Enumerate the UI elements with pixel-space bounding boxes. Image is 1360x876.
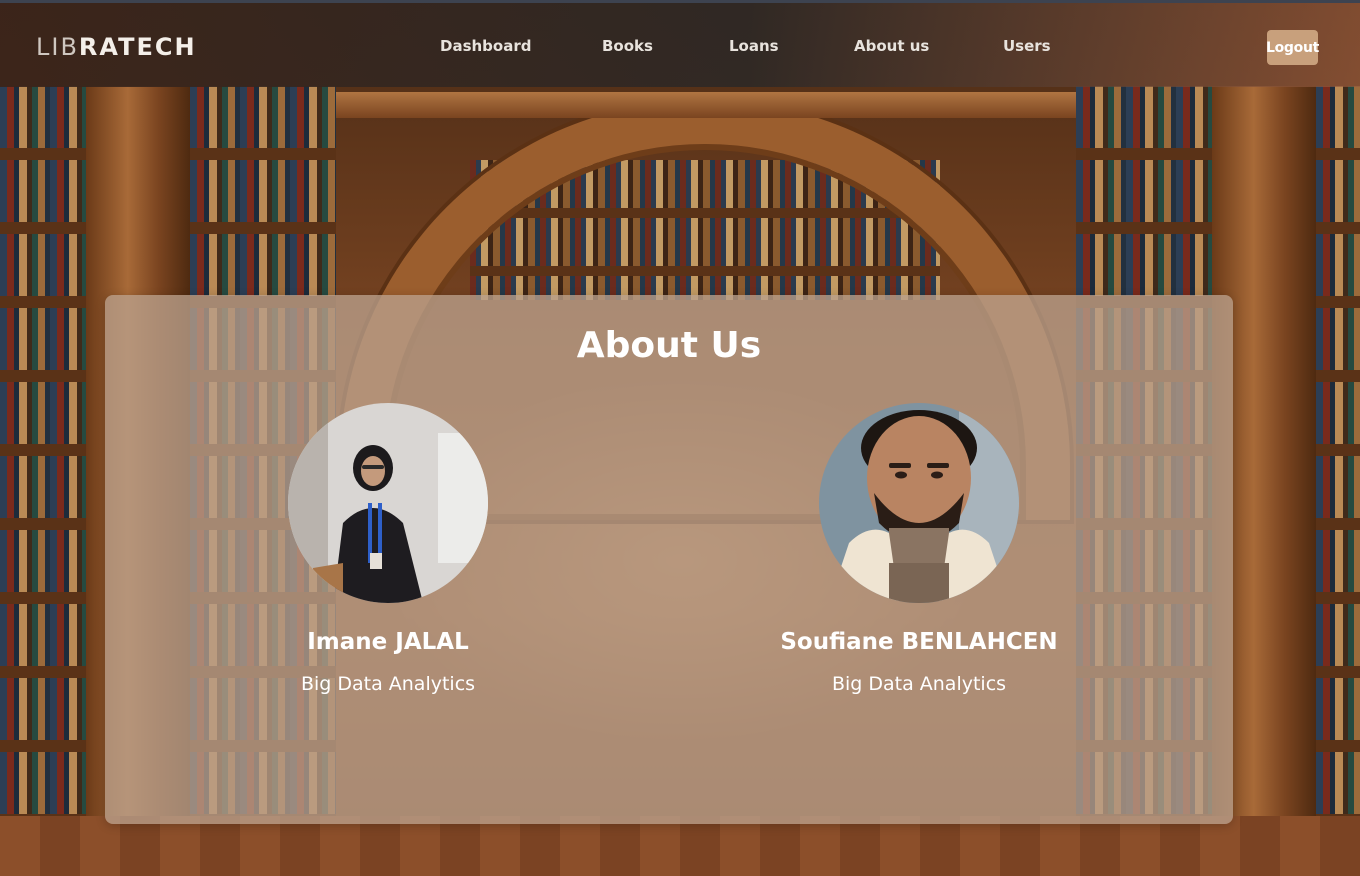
- nav-link-about-us[interactable]: About us: [854, 37, 929, 55]
- brand-logo-suffix: RATECH: [78, 33, 197, 61]
- page-title: About Us: [576, 325, 762, 366]
- nav-link-books[interactable]: Books: [602, 37, 653, 55]
- brand-logo-prefix: LIB: [36, 33, 79, 61]
- page: LIBRATECH Dashboard Books Loans About us…: [0, 0, 1360, 876]
- nav-link-users[interactable]: Users: [1003, 37, 1051, 55]
- brand-logo[interactable]: LIBRATECH: [36, 33, 197, 61]
- nav-link-dashboard[interactable]: Dashboard: [440, 37, 531, 55]
- member-name: Soufiane BENLAHCEN: [780, 629, 1058, 655]
- bookshelf-left: [0, 86, 86, 876]
- navbar: LIBRATECH Dashboard Books Loans About us…: [0, 0, 1360, 87]
- member-name: Imane JALAL: [307, 629, 469, 655]
- avatar: [288, 403, 488, 603]
- team-member-card: Soufiane BENLAHCEN Big Data Analytics: [739, 403, 1099, 695]
- member-role: Big Data Analytics: [831, 673, 1007, 695]
- team-member-card: Imane JALAL Big Data Analytics: [208, 403, 568, 695]
- person-photo-icon: [819, 403, 1019, 603]
- person-photo-icon: [288, 403, 488, 603]
- floor: [0, 816, 1360, 876]
- member-role: Big Data Analytics: [300, 673, 476, 695]
- logout-button[interactable]: Logout: [1266, 30, 1319, 65]
- about-card: About Us Imane JALAL Big Data Analytics …: [105, 295, 1233, 824]
- arch-lintel: [336, 92, 1076, 118]
- bookshelf-right: [1316, 86, 1360, 876]
- nav-link-loans[interactable]: Loans: [729, 37, 779, 55]
- avatar: [819, 403, 1019, 603]
